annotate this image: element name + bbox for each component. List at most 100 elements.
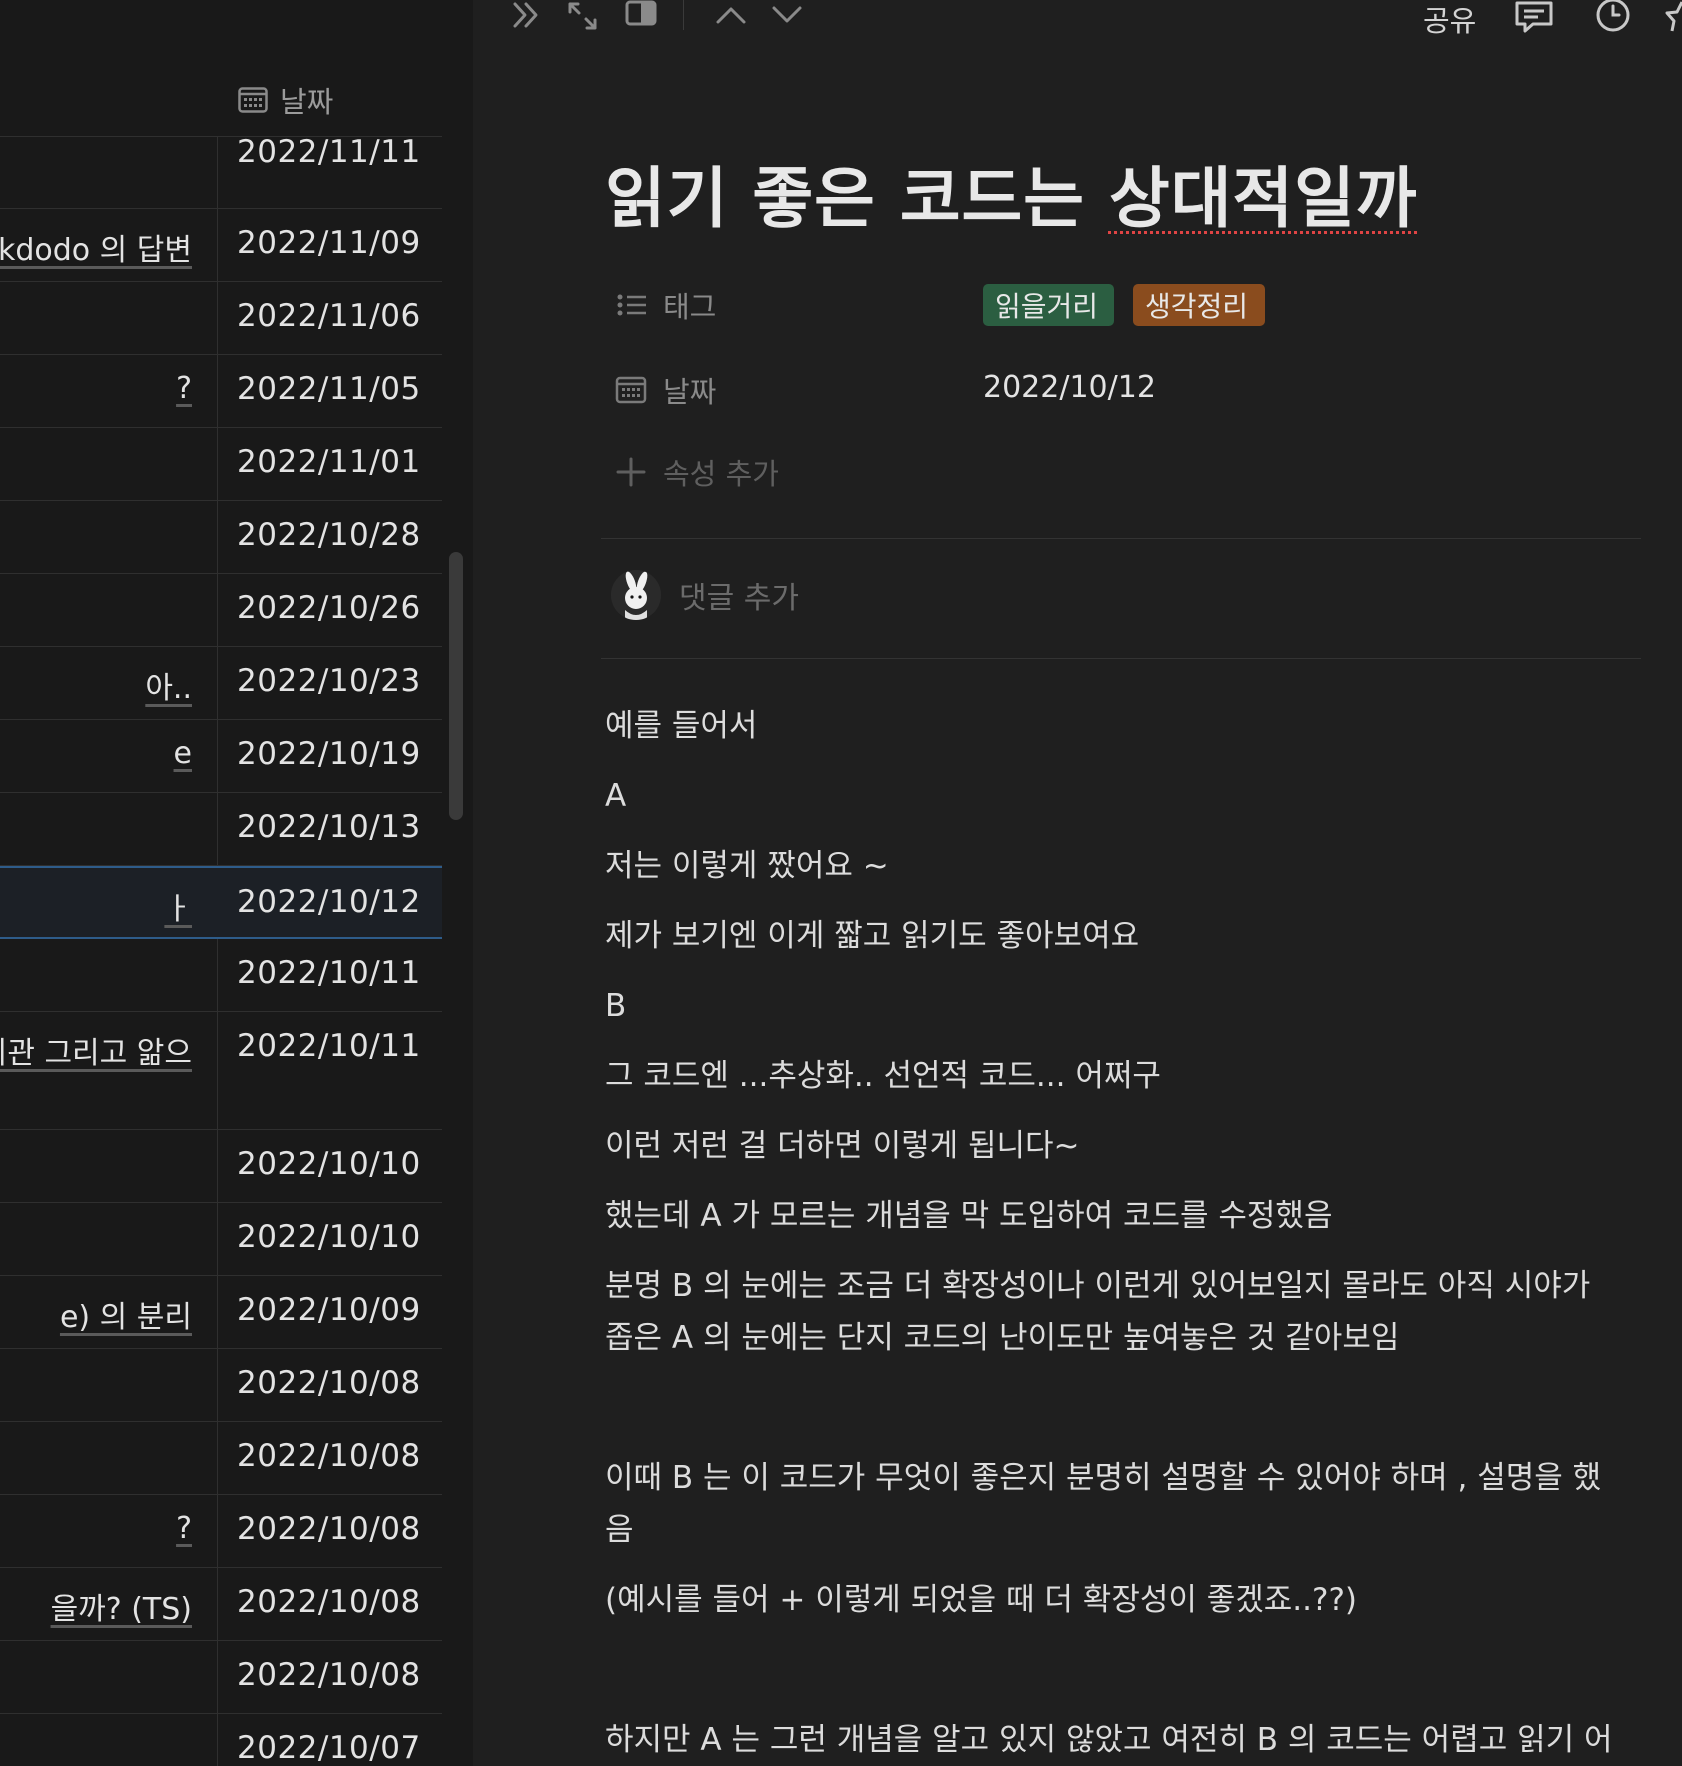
row-date: 2022/10/19 (237, 736, 421, 772)
property-date-value[interactable]: 2022/10/12 (983, 370, 1156, 405)
split-view-icon[interactable] (623, 0, 659, 34)
table-row[interactable]: ? 2022/10/08 (0, 1495, 442, 1568)
table-row[interactable]: ? 2022/11/05 (0, 355, 442, 428)
text-block[interactable]: 음 (605, 1504, 1665, 1556)
table-row[interactable]: 2022/10/11 (0, 939, 442, 1012)
row-date: 2022/10/08 (237, 1584, 421, 1620)
row-title[interactable]: kdodo 의 답변 (0, 225, 192, 269)
table-row[interactable]: 리관 그리고 앎으 2022/10/11 (0, 1012, 442, 1130)
row-date: 2022/10/26 (237, 590, 421, 626)
empty-block[interactable] (605, 1382, 1665, 1434)
collapse-icon[interactable] (509, 0, 545, 34)
page-peek-panel: 공유 읽기 좋은 코드는 상대적일까 태그 읽을거리 생각정리 날짜 2022/… (473, 0, 1682, 1766)
text-block[interactable]: 이런 저런 걸 더하면 이렇게 됩니다~ (605, 1120, 1665, 1172)
text-block[interactable]: 그 코드엔 ...추상화.. 선언적 코드... 어쩌구 (605, 1050, 1665, 1102)
table-row[interactable]: kdodo 의 답변 2022/11/09 (0, 209, 442, 282)
row-title[interactable]: 리관 그리고 앎으 (0, 1028, 192, 1072)
calendar-icon (238, 87, 268, 113)
table-row[interactable]: 2022/10/07 (0, 1714, 442, 1766)
table-row[interactable]: 2022/11/01 (0, 428, 442, 501)
row-date: 2022/10/08 (237, 1511, 421, 1547)
page-title-text: 읽기 좋은 코드는 (605, 160, 1109, 237)
table-row[interactable]: e 2022/10/19 (0, 720, 442, 793)
text-block[interactable]: 했는데 A 가 모르는 개념을 막 도입하여 코드를 수정했음 (605, 1190, 1665, 1242)
row-title[interactable]: ㅏ (164, 884, 192, 928)
table-row[interactable]: 아.. 2022/10/23 (0, 647, 442, 720)
table-body: 2022/11/11 kdodo 의 답변 2022/11/09 2022/11/… (0, 134, 442, 1766)
text-block[interactable]: 하지만 A 는 그런 개념을 알고 있지 않았고 여전히 B 의 코드는 어렵고… (605, 1714, 1665, 1766)
text-block[interactable]: 이때 B 는 이 코드가 무엇이 좋은지 분명히 설명할 수 있어야 하며 , … (605, 1452, 1665, 1504)
row-date: 2022/11/09 (237, 225, 421, 261)
history-icon[interactable] (1593, 0, 1633, 34)
row-title[interactable]: 을까? (TS) (51, 1584, 192, 1628)
comment-input[interactable]: 댓글 추가 (611, 570, 799, 620)
table-row[interactable]: 2022/10/10 (0, 1203, 442, 1276)
favorite-icon[interactable] (1665, 0, 1682, 34)
share-button[interactable]: 공유 (1423, 0, 1476, 40)
empty-block[interactable] (605, 1644, 1665, 1696)
plus-icon (616, 457, 646, 487)
properties-divider (601, 538, 1641, 539)
row-title[interactable]: 아.. (145, 663, 192, 707)
chevron-up-icon[interactable] (713, 0, 749, 34)
property-tags[interactable]: 태그 (615, 283, 716, 327)
text-block[interactable]: A (605, 770, 1665, 822)
table-row[interactable]: 을까? (TS) 2022/10/08 (0, 1568, 442, 1641)
table-scrollbar[interactable] (449, 552, 463, 820)
list-icon (617, 294, 646, 316)
row-date: 2022/10/12 (237, 884, 421, 920)
text-block[interactable]: 제가 보기엔 이게 짧고 읽기도 좋아보여요 (605, 910, 1665, 962)
row-title[interactable]: e) 의 분리 (60, 1292, 192, 1336)
page-title[interactable]: 읽기 좋은 코드는 상대적일까 (605, 145, 1418, 241)
tag-badge-thoughts[interactable]: 생각정리 (1133, 284, 1265, 326)
text-block[interactable]: 예를 들어서 (605, 700, 1665, 752)
row-date: 2022/10/13 (237, 809, 421, 845)
avatar (611, 570, 661, 620)
row-date: 2022/10/07 (237, 1730, 421, 1766)
table-row[interactable]: 2022/10/13 (0, 793, 442, 866)
row-date: 2022/11/11 (237, 134, 421, 170)
comments-icon[interactable] (1513, 0, 1555, 34)
row-date: 2022/10/11 (237, 955, 421, 991)
row-date: 2022/10/10 (237, 1146, 421, 1182)
toolbar-divider (683, 0, 684, 30)
text-block[interactable]: 저는 이렇게 짰어요 ~ (605, 840, 1665, 892)
property-date[interactable]: 날짜 (615, 368, 716, 412)
page-title-misspelled: 상대적일까 (1108, 160, 1418, 237)
text-block[interactable]: B (605, 980, 1665, 1032)
property-tags-label: 태그 (663, 290, 717, 324)
row-title[interactable]: e (174, 736, 192, 771)
tag-badge-reading[interactable]: 읽을거리 (983, 284, 1114, 326)
table-row[interactable]: 2022/10/26 (0, 574, 442, 647)
row-date: 2022/10/10 (237, 1219, 421, 1255)
date-column-label: 날짜 (280, 85, 334, 119)
chevron-down-icon[interactable] (769, 0, 805, 34)
table-row-selected[interactable]: ㅏ 2022/10/12 (0, 866, 442, 939)
text-block[interactable]: 좁은 A 의 눈에는 단지 코드의 난이도만 높여놓은 것 같아보임 (605, 1312, 1665, 1364)
expand-icon[interactable] (565, 0, 601, 34)
property-date-label: 날짜 (663, 375, 717, 409)
date-column-header[interactable]: 날짜 (238, 80, 333, 120)
row-title[interactable]: ? (176, 371, 192, 406)
table-row[interactable]: 2022/10/08 (0, 1349, 442, 1422)
row-date: 2022/10/28 (237, 517, 421, 553)
row-title[interactable]: ? (176, 1511, 192, 1546)
table-row[interactable]: 2022/10/08 (0, 1641, 442, 1714)
page-content[interactable]: 예를 들어서 A 저는 이렇게 짰어요 ~ 제가 보기엔 이게 짧고 읽기도 좋… (605, 700, 1665, 1766)
table-row[interactable]: 2022/10/08 (0, 1422, 442, 1495)
table-row[interactable]: 2022/11/11 (0, 134, 442, 209)
text-block[interactable]: (예시를 들어 + 이렇게 되었을 때 더 확장성이 좋겠죠..??) (605, 1574, 1665, 1626)
text-block[interactable]: 분명 B 의 눈에는 조금 더 확장성이나 이런게 있어보일지 몰라도 아직 시… (605, 1260, 1665, 1312)
row-date: 2022/10/08 (237, 1438, 421, 1474)
add-property-button[interactable]: 속성 추가 (615, 450, 779, 494)
rabbit-avatar-icon (611, 570, 661, 620)
row-date: 2022/10/08 (237, 1365, 421, 1401)
table-row[interactable]: 2022/11/06 (0, 282, 442, 355)
calendar-icon (615, 376, 647, 404)
table-row[interactable]: 2022/10/28 (0, 501, 442, 574)
add-property-label: 속성 추가 (663, 457, 779, 491)
table-row[interactable]: e) 의 분리 2022/10/09 (0, 1276, 442, 1349)
comment-placeholder: 댓글 추가 (679, 581, 799, 616)
row-date: 2022/11/05 (237, 371, 421, 407)
table-row[interactable]: 2022/10/10 (0, 1130, 442, 1203)
